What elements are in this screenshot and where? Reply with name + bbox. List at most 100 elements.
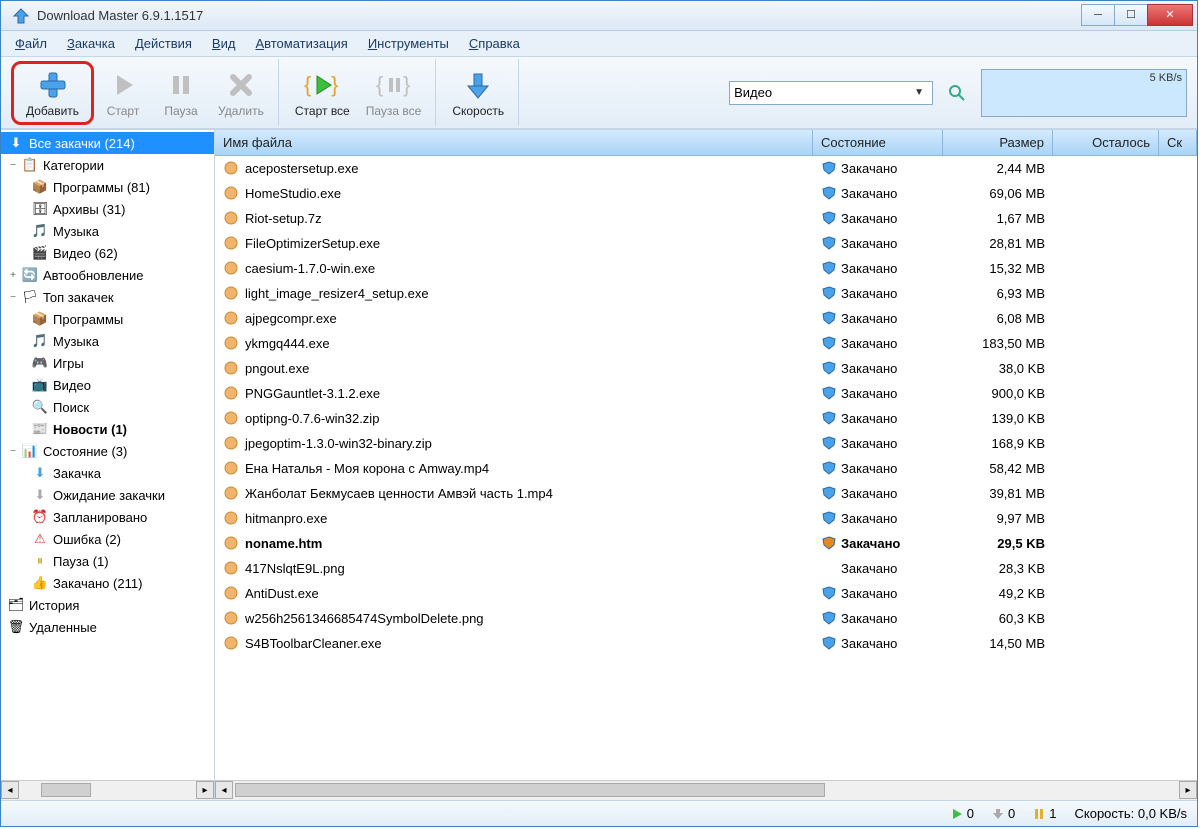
speed-button[interactable]: Скорость: [444, 66, 512, 120]
tree-categories[interactable]: −📋Категории: [1, 154, 214, 176]
table-row[interactable]: FileOptimizerSetup.exeЗакачано28,81 MB: [215, 231, 1197, 256]
table-row[interactable]: S4BToolbarCleaner.exeЗакачано14,50 MB: [215, 631, 1197, 656]
pause-icon: [167, 68, 195, 102]
tree-top-news[interactable]: 📰Новости (1): [1, 418, 214, 440]
table-row[interactable]: ajpegcompr.exeЗакачано6,08 MB: [215, 306, 1197, 331]
table-row[interactable]: ykmgq444.exeЗакачано183,50 MB: [215, 331, 1197, 356]
table-row[interactable]: pngout.exeЗакачано38,0 KB: [215, 356, 1197, 381]
scroll-left-icon[interactable]: ◂: [215, 781, 233, 799]
tree-top-music[interactable]: 🎵Музыка: [1, 330, 214, 352]
file-name: acepostersetup.exe: [245, 161, 358, 176]
scroll-left-icon[interactable]: ◂: [1, 781, 19, 799]
news-icon: 📰: [31, 421, 49, 437]
tree-music[interactable]: 🎵Музыка: [1, 220, 214, 242]
file-name: ajpegcompr.exe: [245, 311, 337, 326]
status-text: Закачано: [841, 636, 897, 651]
file-size: 28,3 KB: [943, 561, 1053, 576]
close-button[interactable]: ✕: [1147, 4, 1193, 26]
tree-archives[interactable]: 🗄Архивы (31): [1, 198, 214, 220]
grid-body[interactable]: acepostersetup.exeЗакачано2,44 MBHomeStu…: [215, 156, 1197, 780]
table-row[interactable]: Riot-setup.7zЗакачано1,67 MB: [215, 206, 1197, 231]
tree-top-games[interactable]: 🎮Игры: [1, 352, 214, 374]
column-name[interactable]: Имя файла: [215, 130, 813, 155]
minimize-button[interactable]: ─: [1081, 4, 1115, 26]
maximize-button[interactable]: ☐: [1114, 4, 1148, 26]
main-hscroll[interactable]: ◂ ▸: [215, 780, 1197, 800]
table-row[interactable]: optipng-0.7.6-win32.zipЗакачано139,0 KB: [215, 406, 1197, 431]
sidebar-hscroll[interactable]: ◂ ▸: [1, 780, 214, 800]
scroll-right-icon[interactable]: ▸: [196, 781, 214, 799]
column-size[interactable]: Размер: [943, 130, 1053, 155]
file-size: 6,93 MB: [943, 286, 1053, 301]
tree-video[interactable]: 🎬Видео (62): [1, 242, 214, 264]
table-row[interactable]: PNGGauntlet-3.1.2.exeЗакачано900,0 KB: [215, 381, 1197, 406]
delete-button[interactable]: Удалить: [210, 66, 272, 120]
svg-text:{: {: [376, 72, 383, 97]
shield-icon: [821, 310, 837, 326]
start-all-button[interactable]: {} Старт все: [287, 66, 358, 120]
pause-all-button[interactable]: {} Пауза все: [358, 66, 430, 120]
tree-history[interactable]: 🗂История: [1, 594, 214, 616]
scroll-thumb[interactable]: [235, 783, 825, 797]
shield-icon: [821, 535, 837, 551]
column-status[interactable]: Состояние: [813, 130, 943, 155]
video-icon: 🎬: [31, 245, 49, 261]
pause-button[interactable]: Пауза: [152, 66, 210, 120]
tree-top-search[interactable]: 🔍Поиск: [1, 396, 214, 418]
app-icon: [11, 6, 31, 26]
menu-view[interactable]: Вид: [204, 34, 244, 53]
table-row[interactable]: Жанболат Бекмусаев ценности Амвэй часть …: [215, 481, 1197, 506]
play-icon: [951, 808, 963, 820]
status-text: Закачано: [841, 536, 900, 551]
table-row[interactable]: jpegoptim-1.3.0-win32-binary.zipЗакачано…: [215, 431, 1197, 456]
tree-programs[interactable]: 📦Программы (81): [1, 176, 214, 198]
shield-icon: [821, 360, 837, 376]
table-row[interactable]: Ена Наталья - Моя корона с Amway.mp4Зака…: [215, 456, 1197, 481]
scroll-right-icon[interactable]: ▸: [1179, 781, 1197, 799]
music-icon: 🎵: [31, 333, 49, 349]
tree-all-downloads[interactable]: ⬇Все закачки (214): [1, 132, 214, 154]
menu-download[interactable]: Закачка: [59, 34, 123, 53]
table-row[interactable]: caesium-1.7.0-win.exeЗакачано15,32 MB: [215, 256, 1197, 281]
tree-state[interactable]: −📊Состояние (3): [1, 440, 214, 462]
start-button[interactable]: Старт: [94, 66, 152, 120]
file-size: 168,9 KB: [943, 436, 1053, 451]
table-row[interactable]: hitmanpro.exeЗакачано9,97 MB: [215, 506, 1197, 531]
tree-top[interactable]: −🏳Топ закачек: [1, 286, 214, 308]
tree-top-video[interactable]: 📺Видео: [1, 374, 214, 396]
thumbsup-icon: [223, 310, 239, 326]
tree-state-error[interactable]: ⚠Ошибка (2): [1, 528, 214, 550]
menu-actions[interactable]: Действия: [127, 34, 200, 53]
status-text: Закачано: [841, 186, 897, 201]
tree-state-download[interactable]: ⬇Закачка: [1, 462, 214, 484]
table-row[interactable]: w256h2561346685474SymbolDelete.pngЗакача…: [215, 606, 1197, 631]
table-row[interactable]: HomeStudio.exeЗакачано69,06 MB: [215, 181, 1197, 206]
file-size: 2,44 MB: [943, 161, 1053, 176]
wait-icon: ⬇: [31, 487, 49, 503]
tree-autoupdate[interactable]: +🔄Автообновление: [1, 264, 214, 286]
tree-state-pause[interactable]: ⏸Пауза (1): [1, 550, 214, 572]
table-row[interactable]: noname.htmЗакачано29,5 KB: [215, 531, 1197, 556]
table-row[interactable]: acepostersetup.exeЗакачано2,44 MB: [215, 156, 1197, 181]
add-button[interactable]: Добавить: [18, 66, 87, 120]
category-input[interactable]: [734, 85, 910, 100]
tree-state-planned[interactable]: ⏰Запланировано: [1, 506, 214, 528]
table-row[interactable]: light_image_resizer4_setup.exeЗакачано6,…: [215, 281, 1197, 306]
tree-top-programs[interactable]: 📦Программы: [1, 308, 214, 330]
table-row[interactable]: AntiDust.exeЗакачано49,2 KB: [215, 581, 1197, 606]
column-remain[interactable]: Осталось: [1053, 130, 1159, 155]
dropdown-arrow-icon[interactable]: ▼: [910, 87, 928, 98]
tree-state-waiting[interactable]: ⬇Ожидание закачки: [1, 484, 214, 506]
menu-tools[interactable]: Инструменты: [360, 34, 457, 53]
category-select[interactable]: ▼: [729, 81, 933, 105]
menu-file[interactable]: Файл: [7, 34, 55, 53]
svg-text:{: {: [304, 72, 311, 97]
menu-automation[interactable]: Автоматизация: [247, 34, 355, 53]
menu-help[interactable]: Справка: [461, 34, 528, 53]
table-row[interactable]: 417NslqtE9L.pngЗакачано28,3 KB: [215, 556, 1197, 581]
tree-state-done[interactable]: 👍Закачано (211): [1, 572, 214, 594]
scroll-thumb[interactable]: [41, 783, 91, 797]
search-icon[interactable]: [947, 83, 967, 103]
column-speed-short[interactable]: Ск: [1159, 130, 1197, 155]
tree-deleted[interactable]: 🗑Удаленные: [1, 616, 214, 638]
